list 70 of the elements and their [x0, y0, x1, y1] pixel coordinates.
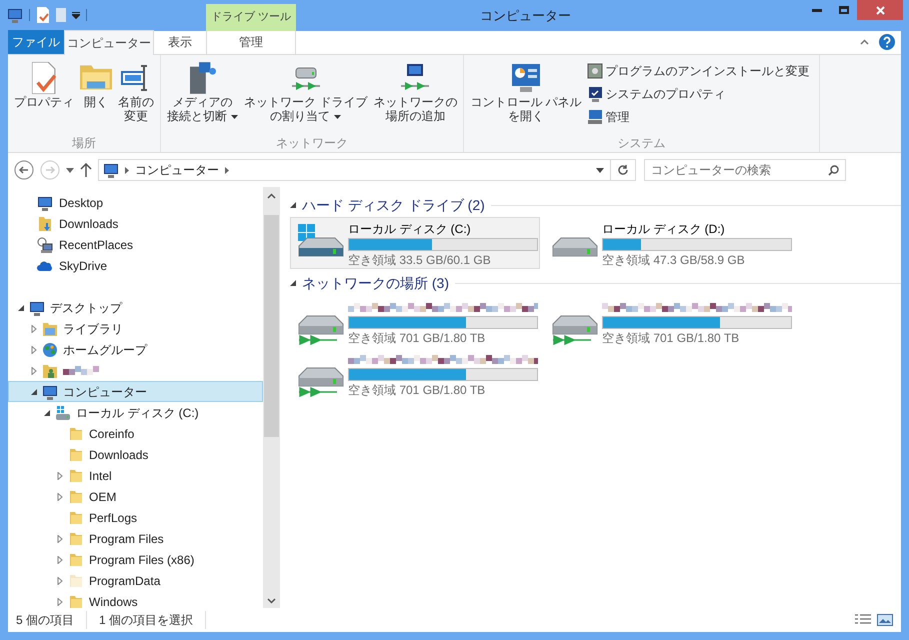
tree-item[interactable]: Program Files [8, 528, 263, 549]
drive-tile[interactable]: ローカル ディスク (D:) 空き領域 47.3 GB/58.9 GB [544, 217, 794, 269]
group-header[interactable]: ハード ディスク ドライブ (2) [302, 194, 485, 216]
tree-item[interactable]: Program Files (x86) [8, 549, 263, 570]
breadcrumb[interactable]: コンピューター [135, 161, 219, 179]
tree-item-label: Program Files (x86) [89, 552, 194, 568]
favorite-item[interactable]: Desktop [8, 192, 263, 213]
tree-item-label: Windows [89, 594, 138, 608]
tree-item-label: OEM [89, 488, 116, 506]
search-field[interactable]: コンピューターの検索 [644, 159, 846, 181]
tree-item-label: ローカル ディスク (C:) [76, 404, 199, 422]
tree-item[interactable]: デスクトップ [8, 297, 263, 318]
favorite-item[interactable]: Downloads [8, 213, 263, 234]
tree-item-label: デスクトップ [50, 300, 122, 316]
ribbon-tab[interactable]: 表示 [154, 30, 206, 54]
ribbon-button[interactable]: プロパティ [11, 61, 77, 109]
context-tab-group: ドライブ ツール [206, 4, 296, 31]
ribbon-button[interactable]: コントロール パネル を開く [467, 61, 585, 123]
drive-tile[interactable]: 空き領域 701 GB/1.80 TB [290, 295, 540, 347]
address-bar[interactable]: コンピューター [98, 159, 636, 181]
tree-item[interactable]: Intel [8, 465, 263, 486]
tree-item-label: Coreinfo [89, 426, 134, 442]
tree-item[interactable]: PerfLogs [8, 507, 263, 528]
tree-item[interactable]: コンピューター [8, 381, 263, 402]
window-title: コンピューター [480, 7, 571, 25]
tree-item[interactable]: ローカル ディスク (C:) [8, 402, 263, 423]
tree-item[interactable]: Windows [8, 591, 263, 608]
ribbon-group-label: システム [616, 135, 667, 152]
tree-item[interactable]: Coreinfo [8, 423, 263, 444]
ribbon-button[interactable]: ネットワーク ドライブ の割り当て [241, 61, 370, 123]
free-space-text: 空き領域 701 GB/1.80 TB [348, 330, 486, 347]
tree-item-label: Intel [89, 468, 112, 484]
ribbon-button[interactable]: メディアの 接続と切断 [164, 61, 241, 123]
tree-item-label: ProgramData [89, 572, 160, 590]
ribbon-group-label: ネットワーク [275, 135, 350, 152]
tree-item-label: コンピューター [63, 384, 147, 400]
ribbon-button[interactable]: 名前の 変更 [115, 61, 157, 123]
ribbon-tab[interactable]: 管理 [206, 30, 296, 54]
ribbon-small-button[interactable]: システムのプロパティ [586, 84, 810, 104]
tree-item[interactable]: Downloads [8, 444, 263, 465]
item-count: 5 個の項目 [16, 611, 88, 629]
group-header[interactable]: ネットワークの場所 (3) [302, 272, 449, 294]
tree-item-label: PerfLogs [89, 510, 138, 526]
free-space-text: 空き領域 33.5 GB/60.1 GB [348, 252, 492, 269]
free-space-text: 空き領域 701 GB/1.80 TB [602, 330, 740, 347]
ribbon-small-button[interactable]: 管理 [586, 107, 810, 127]
ribbon-tab[interactable]: コンピューター [64, 30, 154, 55]
drive-name: ローカル ディスク (D:) [602, 221, 726, 237]
favorite-item[interactable]: RecentPlaces [8, 234, 263, 255]
tree-item[interactable]: ProgramData [8, 570, 263, 591]
ribbon-group-label: 場所 [71, 135, 97, 152]
tree-item-label: Program Files [89, 530, 164, 548]
selection-count: 1 個の項目を選択 [87, 611, 206, 629]
ribbon-button[interactable]: 開く [77, 61, 115, 109]
drive-tile[interactable]: 空き領域 701 GB/1.80 TB [544, 295, 794, 347]
favorite-item[interactable]: SkyDrive [8, 255, 263, 276]
tree-item-label: Downloads [89, 446, 148, 464]
ribbon-tab[interactable]: ファイル [8, 30, 64, 54]
ribbon-small-button[interactable]: プログラムのアンインストールと変更 [586, 61, 810, 81]
drive-tile[interactable]: 空き領域 701 GB/1.80 TB [290, 347, 540, 399]
free-space-text: 空き領域 701 GB/1.80 TB [348, 382, 486, 399]
tree-item[interactable]: ライブラリ [8, 318, 263, 339]
tree-item[interactable]: OEM [8, 486, 263, 507]
tree-item[interactable]: ホームグループ [8, 339, 263, 360]
tree-item-label: ホームグループ [63, 342, 147, 358]
ribbon-button[interactable]: ネットワークの 場所の追加 [370, 61, 460, 123]
tree-item-label: ライブラリ [63, 320, 123, 338]
free-space-text: 空き領域 47.3 GB/58.9 GB [602, 252, 746, 269]
drive-tile[interactable]: ローカル ディスク (C:) 空き領域 33.5 GB/60.1 GB [290, 217, 540, 269]
drive-name: ローカル ディスク (C:) [348, 221, 472, 237]
